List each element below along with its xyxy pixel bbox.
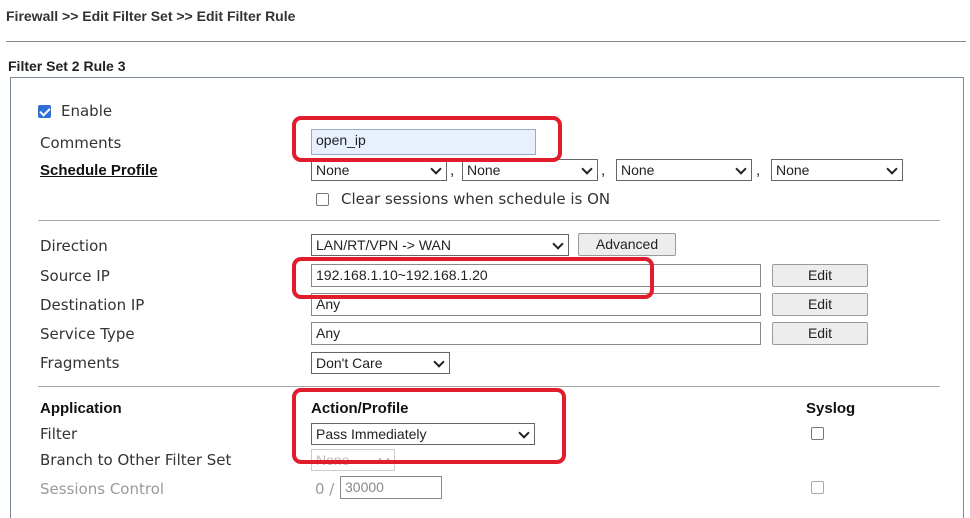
sessions-limit-input[interactable]: 30000 [340, 476, 442, 499]
service-type-input[interactable]: Any [311, 322, 761, 345]
direction-label: Direction [40, 237, 108, 255]
schedule-select-2[interactable]: None [462, 159, 598, 181]
section-divider [38, 386, 940, 387]
breadcrumb: Firewall >> Edit Filter Set >> Edit Filt… [6, 8, 296, 24]
fragments-label: Fragments [40, 354, 120, 372]
section-title: Filter Set 2 Rule 3 [8, 58, 126, 74]
clear-sessions-checkbox[interactable] [316, 193, 329, 206]
comments-highlight [292, 116, 562, 162]
fragments-select[interactable]: Don't Care [311, 352, 450, 374]
filter-label: Filter [40, 425, 78, 443]
comma-separator: , [601, 162, 606, 179]
source-ip-highlight [292, 257, 654, 299]
destination-ip-label: Destination IP [40, 296, 145, 314]
schedule-select-4[interactable]: None [771, 159, 903, 181]
clear-sessions-label: Clear sessions when schedule is ON [341, 190, 611, 208]
filter-syslog-checkbox[interactable] [811, 427, 824, 440]
branch-label: Branch to Other Filter Set [40, 451, 232, 469]
source-ip-edit-button[interactable]: Edit [772, 264, 868, 287]
action-profile-highlight [292, 388, 566, 464]
source-ip-label: Source IP [40, 267, 110, 285]
comma-separator: , [756, 162, 761, 179]
schedule-select-1[interactable]: None [311, 159, 447, 181]
service-type-label: Service Type [40, 325, 135, 343]
comma-separator: , [450, 162, 455, 179]
comments-label: Comments [40, 134, 122, 152]
advanced-button[interactable]: Advanced [578, 233, 676, 256]
header-divider [6, 41, 966, 42]
enable-checkbox[interactable] [38, 105, 51, 118]
section-divider [38, 220, 940, 221]
destination-ip-edit-button[interactable]: Edit [772, 293, 868, 316]
service-type-edit-button[interactable]: Edit [772, 322, 868, 345]
sessions-current-count: 0 / [315, 480, 335, 498]
enable-label: Enable [61, 102, 113, 120]
direction-select[interactable]: LAN/RT/VPN -> WAN [311, 234, 569, 256]
application-header: Application [40, 400, 122, 417]
schedule-profile-link[interactable]: Schedule Profile [40, 162, 158, 179]
sessions-syslog-checkbox[interactable] [811, 481, 824, 494]
sessions-control-label: Sessions Control [40, 480, 165, 498]
syslog-header: Syslog [806, 400, 856, 417]
schedule-select-3[interactable]: None [616, 159, 752, 181]
